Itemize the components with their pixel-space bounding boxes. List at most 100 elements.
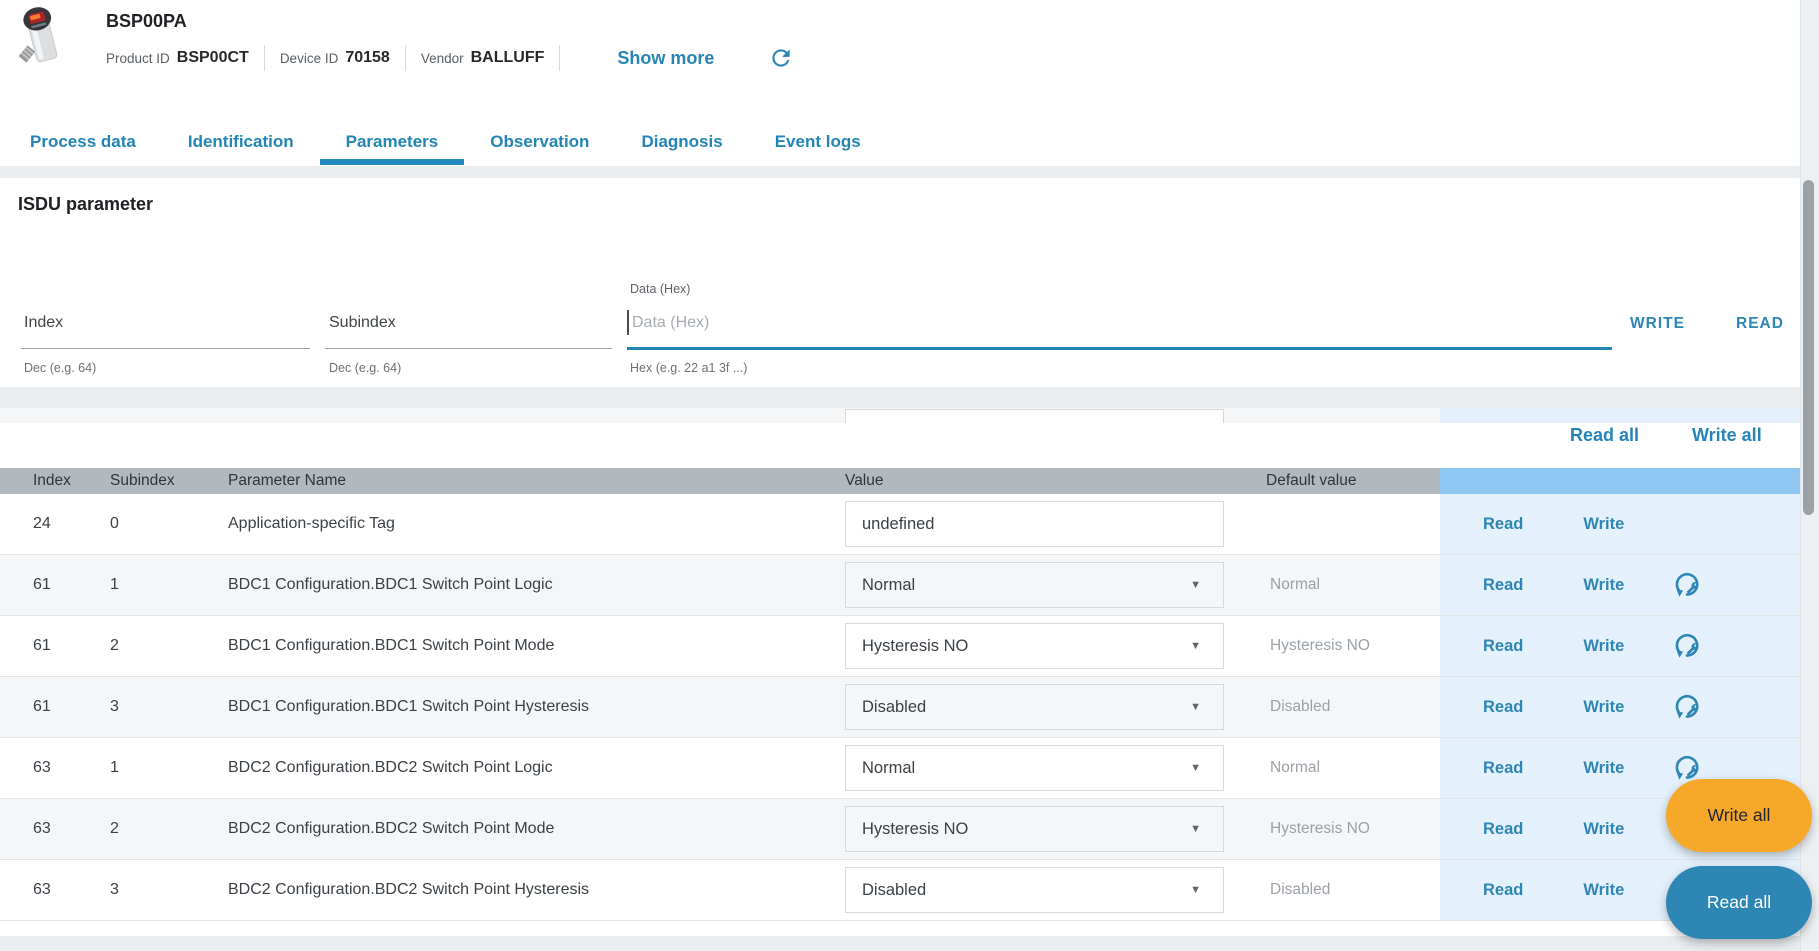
row-default-value: Normal — [1270, 576, 1320, 594]
read-all-fab[interactable]: Read all — [1666, 866, 1812, 939]
table-row: 61 2 BDC1 Configuration.BDC1 Switch Poin… — [0, 616, 1800, 677]
isdu-section-title: ISDU parameter — [18, 194, 153, 215]
vendor-label: Vendor — [421, 51, 464, 66]
write-all-fab[interactable]: Write all — [1666, 779, 1812, 852]
read-button[interactable]: READ — [1736, 315, 1784, 333]
restore-default-icon[interactable] — [1672, 692, 1702, 722]
row-value-select[interactable]: Normal ▼ — [845, 562, 1224, 608]
tab-event-logs[interactable]: Event logs — [749, 118, 887, 166]
table-row: 24 0 Application-specific Tag undefined … — [0, 494, 1800, 555]
index-field-hint: Dec (e.g. 64) — [24, 361, 96, 375]
table-header: Index Subindex Parameter Name Value Defa… — [0, 468, 1800, 494]
table-row: 63 2 BDC2 Configuration.BDC2 Switch Poin… — [0, 799, 1800, 860]
chevron-down-icon: ▼ — [1190, 762, 1201, 774]
data-hex-field[interactable]: Data (Hex) — [632, 314, 709, 332]
row-default-value: Disabled — [1270, 698, 1330, 716]
row-parameter-name: Application-specific Tag — [228, 515, 395, 533]
row-write-button[interactable]: Write — [1583, 515, 1624, 534]
device-parameters-screen: BSP00PA Product ID BSP00CT Device ID 701… — [0, 0, 1819, 951]
chevron-down-icon: ▼ — [1190, 579, 1201, 591]
restore-default-icon[interactable] — [1672, 570, 1702, 600]
row-subindex: 0 — [110, 515, 119, 533]
table-row-partial — [0, 408, 1800, 423]
meta-divider — [264, 45, 265, 71]
restore-default-icon[interactable] — [1672, 631, 1702, 661]
row-value-input[interactable]: undefined — [845, 501, 1224, 547]
row-write-button[interactable]: Write — [1583, 759, 1624, 778]
index-field-underline — [21, 348, 310, 349]
tab-label: Identification — [188, 132, 294, 152]
data-hex-field-underline — [627, 347, 1612, 350]
col-actions — [1440, 468, 1800, 494]
row-write-button[interactable]: Write — [1583, 820, 1624, 839]
row-default-value: Hysteresis NO — [1270, 637, 1370, 655]
row-write-button[interactable]: Write — [1583, 881, 1624, 900]
refresh-icon[interactable] — [768, 45, 794, 71]
table-row: 61 1 BDC1 Configuration.BDC1 Switch Poin… — [0, 555, 1800, 616]
row-actions: Read Write — [1440, 616, 1800, 676]
col-index: Index — [33, 468, 71, 494]
row-read-button[interactable]: Read — [1483, 637, 1523, 656]
row-parameter-name: BDC1 Configuration.BDC1 Switch Point Hys… — [228, 698, 589, 716]
row-value-select[interactable] — [845, 409, 1224, 423]
tab-parameters[interactable]: Parameters — [320, 118, 465, 166]
scrollbar-thumb[interactable] — [1803, 180, 1814, 515]
row-parameter-name: BDC1 Configuration.BDC1 Switch Point Mod… — [228, 637, 554, 655]
product-id-label: Product ID — [106, 51, 170, 66]
tab-identification[interactable]: Identification — [162, 118, 320, 166]
device-id-label: Device ID — [280, 51, 339, 66]
chevron-down-icon: ▼ — [1190, 823, 1201, 835]
index-field[interactable]: Index — [24, 314, 63, 332]
row-value-text: undefined — [862, 515, 935, 534]
tab-observation[interactable]: Observation — [464, 118, 615, 166]
row-value-select[interactable]: Hysteresis NO ▼ — [845, 623, 1224, 669]
chevron-down-icon: ▼ — [1190, 701, 1201, 713]
col-parameter-name: Parameter Name — [228, 468, 346, 494]
table-row: 61 3 BDC1 Configuration.BDC1 Switch Poin… — [0, 677, 1800, 738]
show-more-link[interactable]: Show more — [617, 48, 714, 69]
tab-label: Process data — [30, 132, 136, 152]
table-row: 63 3 BDC2 Configuration.BDC2 Switch Poin… — [0, 860, 1800, 921]
parameter-rows: 24 0 Application-specific Tag undefined … — [0, 494, 1800, 921]
tab-bar: Process data Identification Parameters O… — [4, 118, 887, 166]
row-parameter-name: BDC1 Configuration.BDC1 Switch Point Log… — [228, 576, 553, 594]
row-write-button[interactable]: Write — [1583, 698, 1624, 717]
read-all-link[interactable]: Read all — [1570, 425, 1639, 446]
table-row: 63 1 BDC2 Configuration.BDC2 Switch Poin… — [0, 738, 1800, 799]
tab-label: Event logs — [775, 132, 861, 152]
row-actions: Read Write — [1440, 555, 1800, 615]
row-value-select[interactable]: Normal ▼ — [845, 745, 1224, 791]
row-read-button[interactable]: Read — [1483, 759, 1523, 778]
row-value-select[interactable]: Disabled ▼ — [845, 684, 1224, 730]
vendor-value: BALLUFF — [471, 49, 545, 67]
write-button[interactable]: WRITE — [1630, 315, 1685, 333]
col-value: Value — [845, 468, 884, 494]
row-subindex: 2 — [110, 820, 119, 838]
row-value-select[interactable]: Disabled ▼ — [845, 867, 1224, 913]
row-read-button[interactable]: Read — [1483, 820, 1523, 839]
write-all-link[interactable]: Write all — [1692, 425, 1762, 446]
row-value-text: Disabled — [862, 698, 926, 717]
chevron-down-icon: ▼ — [1190, 640, 1201, 652]
tab-process-data[interactable]: Process data — [4, 118, 162, 166]
row-read-button[interactable]: Read — [1483, 698, 1523, 717]
row-index: 61 — [33, 576, 51, 594]
device-id-value: 70158 — [345, 49, 390, 67]
row-value-text: Hysteresis NO — [862, 820, 968, 839]
subindex-field[interactable]: Subindex — [329, 314, 396, 332]
tab-label: Observation — [490, 132, 589, 152]
chevron-down-icon: ▼ — [1190, 884, 1201, 896]
row-read-button[interactable]: Read — [1483, 576, 1523, 595]
data-hex-field-label: Data (Hex) — [630, 282, 690, 296]
row-write-button[interactable]: Write — [1583, 637, 1624, 656]
text-cursor — [627, 310, 629, 335]
row-write-button[interactable]: Write — [1583, 576, 1624, 595]
tab-label: Parameters — [346, 132, 439, 152]
row-read-button[interactable]: Read — [1483, 881, 1523, 900]
row-actions: Read Write — [1440, 494, 1800, 554]
col-subindex: Subindex — [110, 468, 175, 494]
row-value-select[interactable]: Hysteresis NO ▼ — [845, 806, 1224, 852]
device-image — [16, 6, 66, 66]
row-read-button[interactable]: Read — [1483, 515, 1523, 534]
tab-diagnosis[interactable]: Diagnosis — [615, 118, 748, 166]
